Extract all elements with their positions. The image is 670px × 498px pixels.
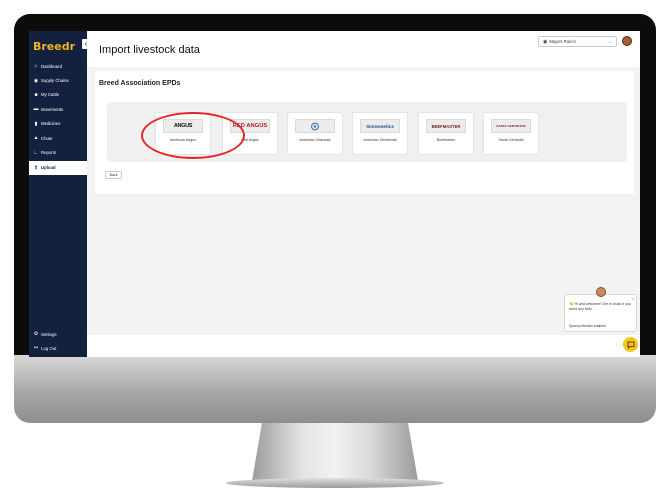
barn-icon: ▲ [33,135,39,142]
top-bar: Import livestock data ◉ Maya's Ranch ⌄ [87,31,640,67]
sidebar-item-label: Dashboard [41,63,63,69]
chat-welcome-message: 👋 Hi and welcome! Get in touch if you ne… [569,302,631,312]
logout-icon: ↦ [33,345,39,351]
sidebar-item-label: Movements [41,106,64,112]
support-agent-avatar [596,287,606,297]
breed-card-beefmaster[interactable]: BEEFMASTER Beefmaster [418,112,474,155]
sidebar-item-label: Upload [41,165,56,171]
footer-bar [87,335,640,357]
upload-icon: ⇧ [33,164,39,171]
sidebar-nav: ⌂ Dashboard ◉ Supply Chains ■ My Cattle ▬ Mo… [29,59,87,176]
sidebar-item-medicines[interactable]: ▮ Medicines [29,117,87,131]
breedr-logo: Breedr [33,40,76,53]
sidebar-item-chute[interactable]: ▲ Chute [29,131,87,145]
chat-welcome-popup: × 👋 Hi and welcome! Get in touch if you … [564,294,637,332]
chat-bubble-icon [627,341,634,349]
sidebar-bottom-nav: ⚙ Settings ↦ Log Out [29,327,87,355]
page-title: Import livestock data [99,44,200,56]
spam-protection-notice: Spam protection enabled [569,324,606,328]
close-icon[interactable]: × [632,296,634,301]
sidebar-item-settings[interactable]: ⚙ Settings [29,327,87,341]
user-avatar[interactable] [622,36,632,46]
beefmaster-logo: BEEFMASTER [426,119,466,133]
american-charolais-logo [295,119,335,133]
bottle-icon: ▮ [34,120,38,127]
american-simmental-logo: SimGenetics [360,119,400,133]
santa-gertrudis-logo: SANTA GERTRUDIS [491,119,531,133]
sidebar-item-my-cattle[interactable]: ■ My Cattle [29,88,87,102]
sidebar-item-dashboard[interactable]: ⌂ Dashboard [29,59,87,73]
back-button[interactable]: Back [105,171,122,179]
breed-card-american-simmental[interactable]: SimGenetics American Simmental [352,112,408,155]
monitor-chin [14,355,656,423]
sidebar-item-label: Settings [41,331,57,337]
sidebar-item-label: Medicines [41,121,61,127]
sidebar-item-label: Chute [41,135,53,141]
monitor-stand [252,423,418,481]
section-title: Breed Association EPDs [99,80,181,87]
chart-icon: ∟ [33,149,39,156]
chat-message-text: Hi and welcome! Get in touch if you need… [569,302,632,312]
breed-card-santa-gertrudis[interactable]: SANTA GERTRUDIS Santa Gertrudis [483,112,539,155]
sidebar-item-upload[interactable]: ⇧ Upload [29,160,87,176]
globe-icon: ◉ [543,38,548,45]
sidebar-item-label: My Cattle [41,92,60,98]
wave-emoji: 👋 [569,302,574,306]
charolais-emblem-icon [311,122,319,130]
chevron-down-icon: ⌄ [607,38,612,45]
sidebar-item-label: Log Out [41,345,57,351]
ranch-selector-value: Maya's Ranch [549,39,576,44]
home-icon: ⌂ [34,63,38,70]
breed-card-label: Beefmaster [436,138,456,142]
sidebar-item-log-out[interactable]: ↦ Log Out [29,341,87,355]
sidebar-item-movements[interactable]: ▬ Movements [29,102,87,116]
ranch-selector[interactable]: ◉ Maya's Ranch ⌄ [538,36,617,47]
cow-icon: ■ [34,91,38,98]
highlight-circle-annotation [141,112,245,159]
sidebar-item-supply-chains[interactable]: ◉ Supply Chains [29,73,87,87]
sidebar-item-label: Reports [41,150,57,156]
breed-card-label: American Charolais [299,138,331,142]
breed-card-label: American Simmental [363,138,397,142]
eye-icon: ◉ [33,77,39,84]
sidebar-item-label: Supply Chains [41,78,69,84]
chat-launcher-button[interactable] [623,337,638,352]
breed-card-label: Santa Gertrudis [498,138,524,142]
truck-icon: ▬ [33,106,39,113]
breed-card-american-charolais[interactable]: American Charolais [287,112,343,155]
gear-icon: ⚙ [33,331,39,337]
sidebar-item-reports[interactable]: ∟ Reports [29,145,87,159]
app-screen: Breedr ⌂ Dashboard ◉ Supply Chains ■ My Cat… [29,31,640,357]
sidebar: Breedr ⌂ Dashboard ◉ Supply Chains ■ My Cat… [29,31,87,357]
monitor-base [226,478,444,488]
